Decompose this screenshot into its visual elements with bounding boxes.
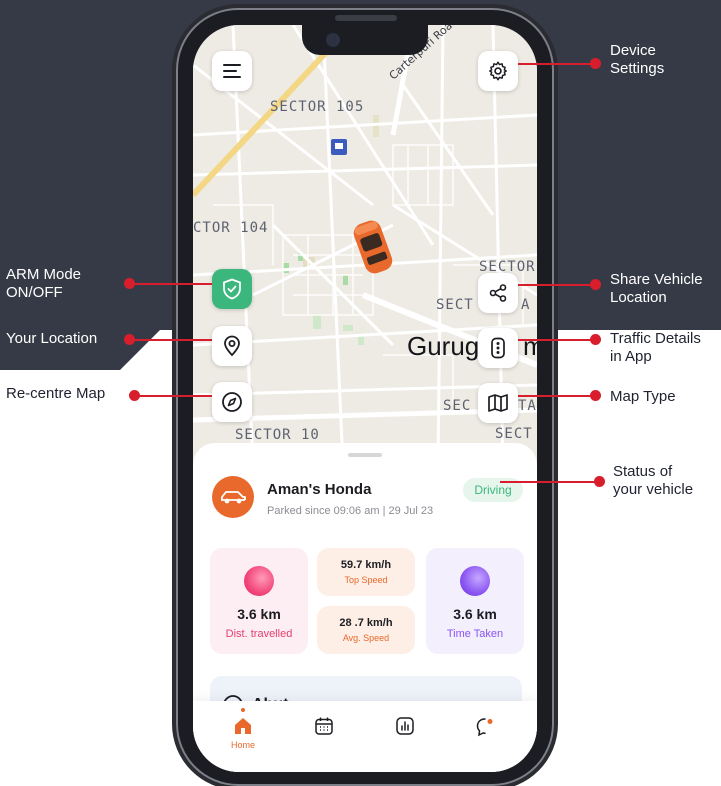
arm-mode-connector (130, 283, 212, 285)
share-location-marker (590, 279, 601, 290)
map-type-connector (518, 395, 596, 397)
gear-icon (489, 61, 507, 81)
avg-speed-value: 28 .7 km/h (339, 617, 393, 629)
tab-home[interactable]: Home (223, 708, 263, 750)
device-settings-button[interactable] (478, 51, 518, 91)
bottom-tab-bar: Home (193, 701, 537, 772)
phone-frame: SECTOR 105 CTOR 104 SECTOR SECT A SEC TA… (172, 8, 558, 786)
map-label-city: Gurug (407, 331, 480, 361)
map-label-sector-10: SECTOR 10 (235, 427, 320, 443)
distance-value: 3.6 km (237, 606, 281, 622)
map-type-annotation: Map Type (610, 388, 676, 405)
traffic-details-annotation: Traffic Details in App (610, 330, 701, 365)
distance-card: 3.6 km Dist. travelled (210, 548, 308, 654)
avg-speed-card: 28 .7 km/h Avg. Speed (317, 606, 415, 654)
car-icon (221, 491, 246, 504)
map-label-sect-lower: SECT (495, 426, 533, 442)
share-location-connector (518, 284, 596, 286)
map-label-sec: SEC (443, 398, 472, 414)
map-label-sector-105: SECTOR 105 (270, 99, 365, 115)
compass-icon (222, 392, 242, 412)
your-location-connector (130, 339, 212, 341)
top-speed-card: 59.7 km/h Top Speed (317, 548, 415, 596)
home-icon (235, 718, 251, 734)
time-label: Time Taken (446, 628, 504, 640)
device-settings-connector (518, 63, 596, 65)
avg-speed-label: Avg. Speed (342, 633, 390, 643)
speaker-grille (335, 15, 397, 21)
traffic-light-icon (491, 337, 505, 359)
arm-mode-toggle[interactable] (212, 269, 252, 309)
your-location-button[interactable] (212, 326, 252, 366)
map-type-button[interactable] (478, 383, 518, 423)
tab-home-label: Home (230, 740, 255, 750)
recentre-map-annotation: Re-centre Map (6, 385, 106, 402)
location-pin-icon (224, 335, 240, 357)
vehicle-avatar (212, 476, 254, 518)
calendar-icon (315, 717, 333, 735)
share-location-annotation: Share Vehicle Location (610, 271, 703, 306)
report-icon (396, 717, 414, 735)
share-location-button[interactable] (478, 273, 518, 313)
your-location-annotation: Your Location (6, 330, 98, 347)
distance-pin-icon (244, 566, 274, 596)
tab-support[interactable] (465, 716, 505, 738)
menu-button[interactable] (212, 51, 252, 91)
clock-icon (460, 566, 490, 596)
vehicle-status-connector (500, 481, 596, 483)
device-settings-annotation: Device Settings (610, 42, 665, 77)
sheet-drag-handle[interactable] (348, 453, 382, 457)
traffic-details-button[interactable] (478, 328, 518, 368)
device-settings-marker (590, 58, 601, 69)
phone-screen: SECTOR 105 CTOR 104 SECTOR SECT A SEC TA… (193, 25, 537, 772)
map-type-marker (590, 390, 601, 401)
vehicle-status-marker (594, 476, 605, 487)
support-icon (476, 718, 493, 737)
traffic-details-connector (518, 339, 596, 341)
active-tab-indicator (241, 708, 245, 712)
power-button (554, 228, 558, 308)
arm-mode-annotation: ARM Mode ON/OFF (6, 266, 82, 301)
map-label-sect-a: A (521, 297, 531, 313)
mute-switch (172, 158, 176, 186)
map-label-ta: TA (518, 398, 537, 414)
time-card: 3.6 km Time Taken (426, 548, 524, 654)
top-speed-value: 59.7 km/h (340, 559, 392, 571)
volume-up-button (172, 208, 176, 262)
shield-icon (223, 278, 241, 300)
map-view[interactable]: SECTOR 105 CTOR 104 SECTOR SECT A SEC TA… (193, 25, 537, 466)
recentre-map-connector (135, 395, 212, 397)
map-label-sect: SECT (436, 297, 474, 313)
traffic-details-marker (590, 334, 601, 345)
map-label-sector-104: CTOR 104 (193, 220, 269, 236)
vehicle-status-annotation: Status of your vehicle (613, 463, 694, 498)
map-label-city-end: m (523, 331, 537, 361)
vehicle-name: Aman's Honda (267, 481, 372, 498)
recentre-map-button[interactable] (212, 382, 252, 422)
distance-label: Dist. travelled (225, 628, 293, 640)
hamburger-icon (223, 64, 241, 78)
vehicle-parked-since: Parked since 09:06 am | 29 Jul 23 (267, 505, 434, 517)
notch (302, 25, 428, 55)
time-value: 3.6 km (453, 606, 497, 622)
tab-calendar[interactable] (304, 716, 344, 736)
top-speed-label: Top Speed (344, 575, 388, 585)
tab-reports[interactable] (385, 716, 425, 736)
map-icon (488, 394, 508, 412)
share-icon (489, 284, 507, 302)
